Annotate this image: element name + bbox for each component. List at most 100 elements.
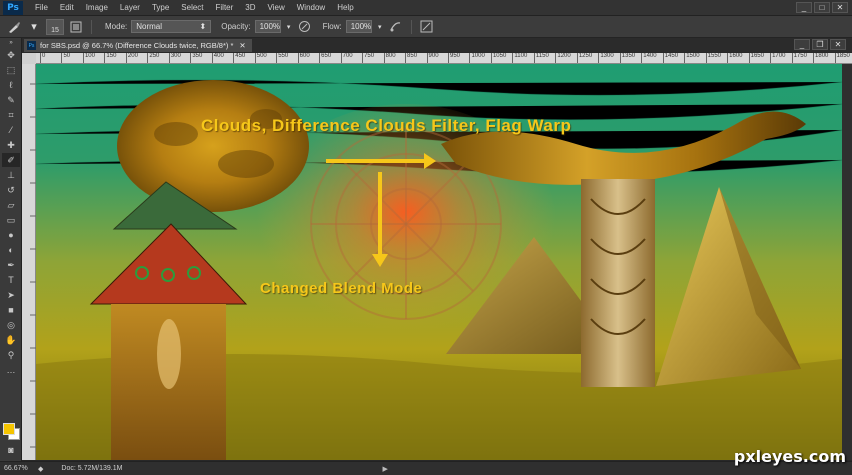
- menu-image[interactable]: Image: [80, 3, 114, 12]
- brush-panel-icon[interactable]: [68, 19, 84, 35]
- doc-restore-button[interactable]: ❐: [812, 39, 828, 50]
- chevron-down-icon[interactable]: ▾: [26, 19, 42, 35]
- ruler-tick-label: 1000: [469, 53, 485, 63]
- ruler-tick-label: 800: [383, 53, 396, 63]
- pressure-opacity-icon[interactable]: [297, 19, 313, 35]
- shape-tool-icon[interactable]: ■: [2, 303, 20, 317]
- ruler-tick-label: 1100: [512, 53, 527, 63]
- ruler-tick-label: 1250: [576, 53, 592, 63]
- close-button[interactable]: ✕: [832, 2, 848, 13]
- doc-close-button[interactable]: ✕: [830, 39, 846, 50]
- lasso-tool-icon[interactable]: ℓ: [2, 78, 20, 92]
- ruler-tick-label: 150: [104, 53, 116, 63]
- menu-edit[interactable]: Edit: [54, 3, 80, 12]
- ruler-tick-label: 250: [147, 53, 159, 63]
- airbrush-icon[interactable]: [388, 19, 404, 35]
- opacity-value: 100%: [259, 22, 281, 31]
- ruler-tick-label: 500: [254, 53, 267, 63]
- pressure-size-icon[interactable]: [419, 19, 435, 35]
- close-tab-icon[interactable]: ✕: [239, 41, 245, 50]
- ruler-tick-label: 450: [233, 53, 245, 63]
- ruler-tick-label: 1350: [619, 53, 635, 63]
- 3d-tool-icon[interactable]: ◎: [2, 318, 20, 332]
- collapse-arrows-icon[interactable]: »: [2, 39, 20, 47]
- mode-select[interactable]: Normal ⬍: [131, 20, 212, 33]
- flow-label: Flow:: [322, 22, 342, 31]
- zoom-tool-icon[interactable]: ⚲: [2, 348, 20, 362]
- document-tab[interactable]: Ps for SBS.psd @ 66.7% (Difference Cloud…: [24, 39, 252, 52]
- flow-input[interactable]: 100%: [345, 20, 372, 33]
- crop-tool-icon[interactable]: ⌗: [2, 108, 20, 122]
- healing-brush-tool-icon[interactable]: ✚: [2, 138, 20, 152]
- brush-tool-preset-icon[interactable]: [6, 19, 22, 35]
- hand-tool-icon[interactable]: ✋: [2, 333, 20, 347]
- app-window-controls: _ □ ✕: [796, 2, 848, 13]
- ruler-tick-label: 1750: [791, 53, 807, 63]
- ellipsis-icon[interactable]: …: [2, 363, 20, 377]
- menu-layer[interactable]: Layer: [114, 3, 146, 12]
- menu-file[interactable]: File: [29, 3, 54, 12]
- tools-panel: » ✥ ⬚ ℓ ✎ ⌗ ⁄ ✚ ✐ ⊥ ↺ ▱ ▭ ● ◐ ✒ T ➤ ■ ◎ …: [0, 38, 22, 461]
- info-icon[interactable]: ◆: [38, 465, 43, 473]
- quick-mask-icon[interactable]: ◙: [2, 443, 20, 457]
- separator: [91, 19, 92, 34]
- ruler-tick-label: 1150: [533, 53, 549, 63]
- psd-file-icon: Ps: [27, 41, 36, 50]
- clone-stamp-tool-icon[interactable]: ⊥: [2, 168, 20, 182]
- ruler-tick-label: 1850: [834, 53, 850, 63]
- menu-select[interactable]: Select: [175, 3, 209, 12]
- flow-slider-chevron-icon[interactable]: ▾: [376, 19, 384, 35]
- type-tool-icon[interactable]: T: [2, 273, 20, 287]
- options-bar: ▾ 15 Mode: Normal ⬍ Opacity: 100% ▾ Flow:…: [0, 16, 852, 38]
- quick-selection-tool-icon[interactable]: ✎: [2, 93, 20, 107]
- move-tool-icon[interactable]: ✥: [2, 48, 20, 62]
- watermark-text: pxleyes.com: [733, 447, 846, 466]
- vertical-scrollbar[interactable]: [842, 64, 852, 460]
- minimize-button[interactable]: _: [796, 2, 812, 13]
- separator: [410, 19, 412, 34]
- menu-help[interactable]: Help: [331, 3, 359, 12]
- ruler-tick-label: 300: [168, 53, 181, 63]
- ruler-origin[interactable]: [22, 53, 36, 64]
- photoshop-logo: Ps: [3, 0, 23, 15]
- document-tab-title: for SBS.psd @ 66.7% (Difference Clouds t…: [40, 41, 234, 50]
- ruler-tick-label: 400: [211, 53, 224, 63]
- menu-type[interactable]: Type: [146, 3, 175, 12]
- brush-size-picker[interactable]: 15: [46, 18, 64, 35]
- dodge-tool-icon[interactable]: ◐: [2, 243, 20, 257]
- document-size[interactable]: Doc: 5.72M/139.1M: [61, 465, 122, 472]
- maximize-button[interactable]: □: [814, 2, 830, 13]
- pen-tool-icon[interactable]: ✒: [2, 258, 20, 272]
- ruler-tick-label: 1650: [748, 53, 764, 63]
- marquee-tool-icon[interactable]: ⬚: [2, 63, 20, 77]
- opacity-slider-chevron-icon[interactable]: ▾: [285, 19, 293, 35]
- ruler-tick-label: 850: [405, 53, 417, 63]
- path-selection-tool-icon[interactable]: ➤: [2, 288, 20, 302]
- menu-window[interactable]: Window: [291, 3, 331, 12]
- menu-filter[interactable]: Filter: [210, 3, 240, 12]
- eyedropper-tool-icon[interactable]: ⁄: [2, 123, 20, 137]
- blur-tool-icon[interactable]: ●: [2, 228, 20, 242]
- history-brush-tool-icon[interactable]: ↺: [2, 183, 20, 197]
- ruler-tick-label: 600: [297, 53, 310, 63]
- eraser-tool-icon[interactable]: ▱: [2, 198, 20, 212]
- status-bar: 66.67% ◆ Doc: 5.72M/139.1M ▶: [0, 461, 852, 475]
- doc-minimize-button[interactable]: _: [794, 39, 810, 50]
- annotation-title: Clouds, Difference Clouds Filter, Flag W…: [201, 116, 572, 135]
- mode-label: Mode:: [105, 22, 128, 31]
- vertical-ruler[interactable]: [22, 64, 36, 460]
- document-canvas[interactable]: Clouds, Difference Clouds Filter, Flag W…: [36, 64, 842, 460]
- ruler-tick-label: 1550: [705, 53, 721, 63]
- brush-tool-icon[interactable]: ✐: [2, 153, 20, 167]
- ruler-tick-label: 1200: [555, 53, 571, 63]
- menu-view[interactable]: View: [262, 3, 291, 12]
- horizontal-ruler[interactable]: 0 50 100 150 200 250 300 350 400 450 500 550 600 650 7…: [36, 53, 852, 64]
- menu-3d[interactable]: 3D: [239, 3, 261, 12]
- gradient-tool-icon[interactable]: ▭: [2, 213, 20, 227]
- menu-bar: Ps File Edit Image Layer Type Select Fil…: [0, 0, 852, 16]
- document-window-controls: _ ❐ ✕: [794, 39, 846, 50]
- play-icon[interactable]: ▶: [382, 465, 390, 473]
- opacity-input[interactable]: 100%: [254, 20, 281, 33]
- zoom-level[interactable]: 66.67%: [0, 465, 38, 472]
- foreground-color-swatch[interactable]: [3, 423, 15, 435]
